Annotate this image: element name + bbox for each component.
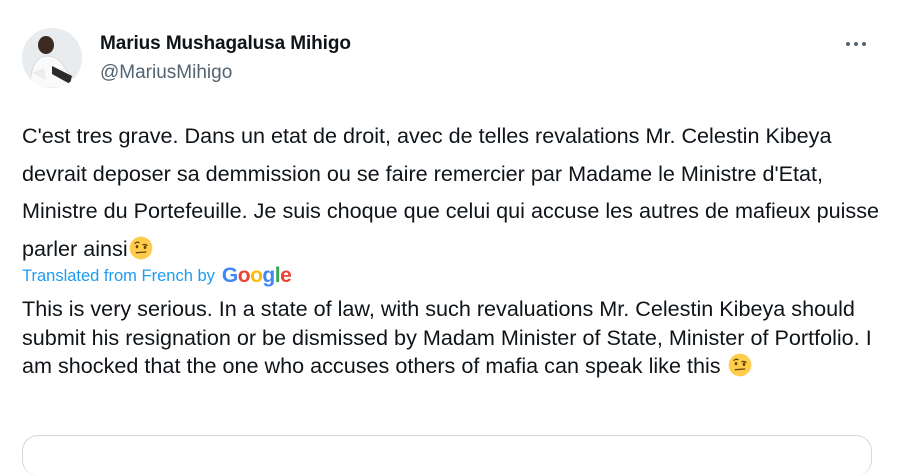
tweet-text: C'est tres grave. Dans un etat de droit,… xyxy=(22,117,892,267)
tweet: Marius Mushagalusa Mihigo @MariusMihigo … xyxy=(0,0,912,476)
more-horizontal-icon xyxy=(846,42,866,46)
google-logo: Google xyxy=(221,264,292,287)
author-handle[interactable]: @MariusMihigo xyxy=(100,62,232,84)
embedded-card[interactable] xyxy=(22,435,872,476)
face-with-raised-eyebrow-emoji xyxy=(728,353,751,377)
more-options-button[interactable] xyxy=(838,30,874,58)
translation-attribution[interactable]: Translated from French by Google xyxy=(22,264,292,288)
author-name[interactable]: Marius Mushagalusa Mihigo xyxy=(100,33,351,55)
avatar[interactable] xyxy=(22,28,82,88)
translation-label: Translated from French by xyxy=(22,266,215,285)
face-with-raised-eyebrow-emoji xyxy=(129,236,152,259)
translated-text: This is very serious. In a state of law,… xyxy=(22,295,902,381)
